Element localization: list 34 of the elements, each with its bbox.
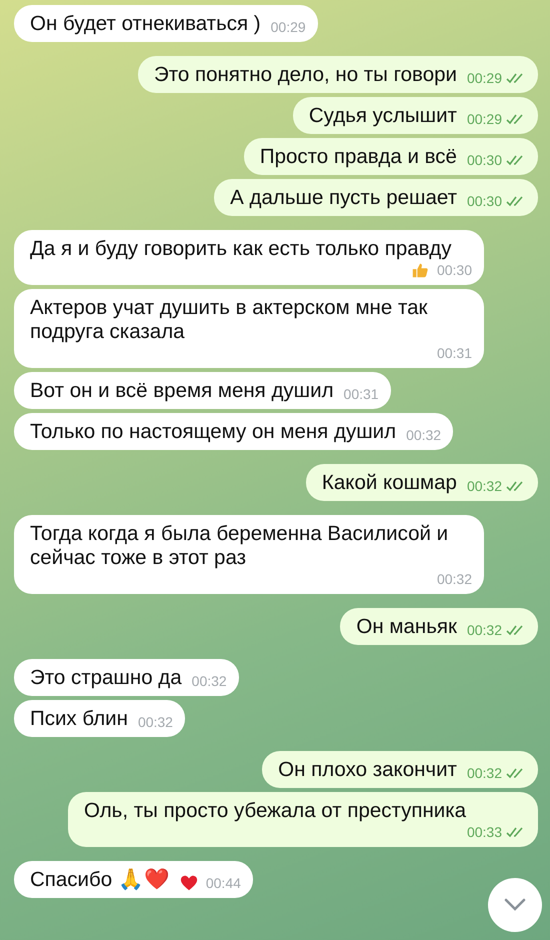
message-text: Какой кошмар <box>322 471 457 495</box>
message-time: 00:32 <box>466 477 502 495</box>
message-time: 00:30 <box>466 151 502 169</box>
message-time: 00:32 <box>436 570 472 588</box>
message-text: Это понятно дело, но ты говори <box>154 63 457 87</box>
message-time: 00:29 <box>270 18 306 36</box>
message-time: 00:29 <box>466 69 502 87</box>
message-text: А дальше пусть решает <box>230 186 457 210</box>
message-time: 00:32 <box>192 672 227 690</box>
message-time: 00:32 <box>466 764 502 782</box>
message-text: Он будет отнекиваться ) <box>30 12 261 36</box>
message-time: 00:31 <box>344 385 379 403</box>
message-text: Просто правда и всё <box>260 145 457 169</box>
message-text: Оль, ты просто убежала от преступника <box>84 799 466 823</box>
message-time: 00:30 <box>466 192 502 210</box>
message-time: 00:29 <box>466 110 502 128</box>
message-text: Судья услышит <box>308 104 457 128</box>
message-time: 00:33 <box>466 823 502 841</box>
message-time: 00:32 <box>466 621 502 639</box>
message-text: Он маньяк <box>356 615 457 639</box>
message-time: 00:32 <box>138 713 173 731</box>
message-text: Вот он и всё время меня душил <box>30 379 334 403</box>
message-text: Актеров учат душить в актерском мне так подруга сказала <box>30 296 428 344</box>
message-text: Тогда когда я была беременна Василисой и сейчас тоже в этот раз <box>30 522 450 570</box>
message-text: Псих блин <box>30 707 128 731</box>
message-time: 00:44 <box>206 874 241 892</box>
message-text: Он плохо закончит <box>278 758 457 782</box>
message-text: Только по настоящему он меня душил <box>30 420 396 444</box>
message-text: Да я и буду говорить как есть только правду <box>30 237 452 261</box>
message-time: 00:32 <box>406 426 442 444</box>
message-text: Спасибо 🙏❤ <box>30 868 170 892</box>
message-time: 00:30 <box>436 261 472 279</box>
message-text: Это страшно да <box>30 666 182 690</box>
message-time: 00:31 <box>436 344 472 362</box>
